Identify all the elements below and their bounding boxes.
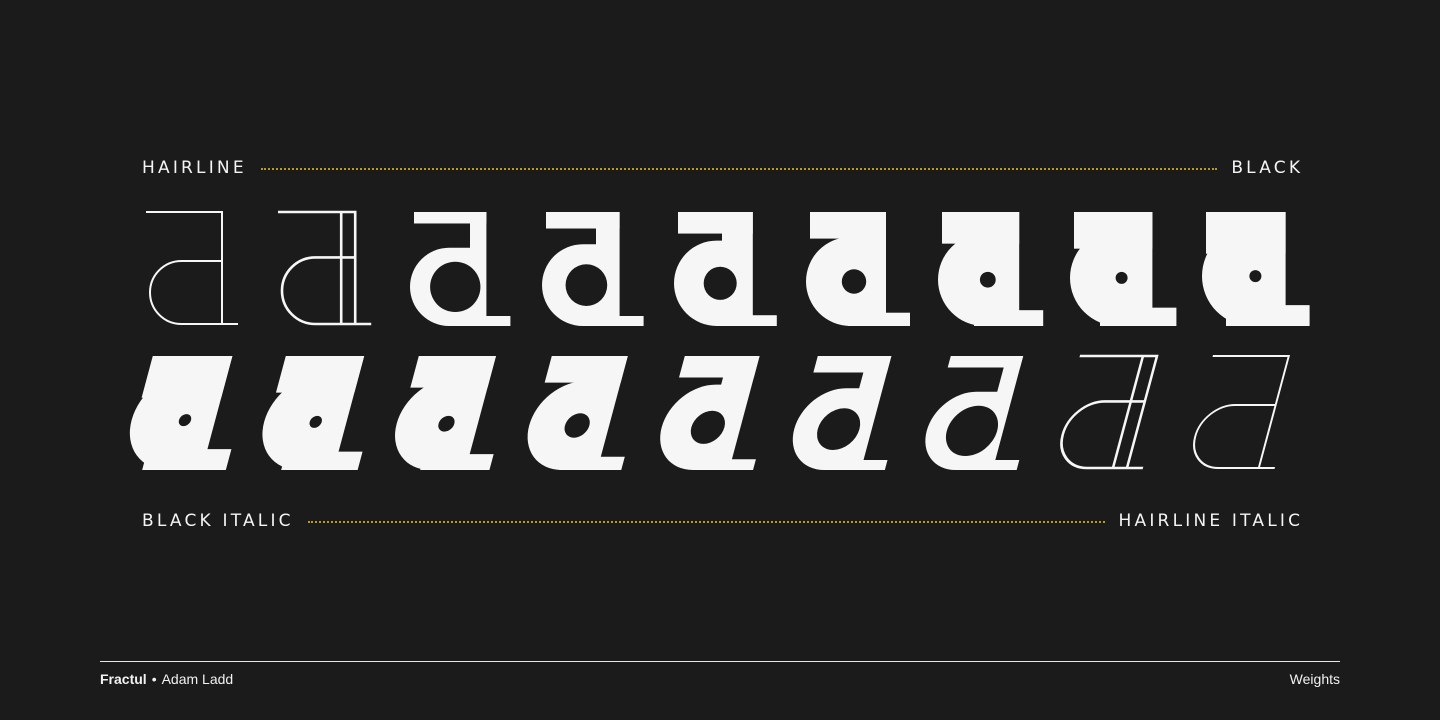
italic-glyph-a-2 [262, 356, 365, 471]
upright-glyph-a-2 [278, 210, 372, 326]
weight-range-top: HAIRLINE BLACK [142, 156, 1300, 180]
upright-glyph-a-6 [806, 212, 910, 326]
footer-rule [100, 661, 1340, 662]
dotted-leader-top [260, 168, 1218, 170]
italic-glyph-a-3 [395, 356, 496, 470]
footer: Fractul • Adam Ladd Weights [100, 669, 1340, 689]
label-hairline-italic: HAIRLINE ITALIC [1118, 511, 1304, 531]
upright-glyph-a-3 [410, 212, 511, 326]
upright-glyph-a-9 [1202, 212, 1310, 326]
upright-glyph-a-7 [938, 212, 1044, 326]
font-name: Fractul [100, 671, 147, 687]
footer-credit: Fractul • Adam Ladd [100, 671, 233, 687]
italic-glyph-a-1 [129, 356, 233, 470]
designer-name: Adam Ladd [161, 671, 234, 687]
upright-glyph-a-5 [674, 212, 777, 326]
italic-glyphs-svg [129, 354, 1291, 471]
italic-glyph-a-6 [792, 356, 892, 470]
footer-separator: • [151, 671, 157, 687]
weight-range-bottom: BLACK ITALIC HAIRLINE ITALIC [142, 509, 1300, 533]
upright-glyph-a-1 [146, 211, 238, 325]
label-black-italic: BLACK ITALIC [142, 511, 294, 531]
italic-glyph-a-4 [527, 356, 628, 470]
dotted-leader-bottom [307, 521, 1105, 523]
label-black: BLACK [1231, 158, 1304, 178]
italic-glyph-a-9 [1193, 355, 1291, 469]
upright-glyph-a-8 [1070, 212, 1177, 326]
italic-glyph-row [0, 352, 1440, 478]
section-name: Weights [1289, 671, 1340, 687]
label-hairline: HAIRLINE [142, 158, 247, 178]
italic-glyph-a-8 [1060, 354, 1159, 470]
upright-glyph-row [0, 208, 1440, 334]
upright-glyphs-svg [146, 210, 1310, 326]
italic-glyph-a-7 [925, 356, 1024, 470]
upright-glyph-a-4 [542, 212, 644, 326]
italic-glyph-a-5 [660, 356, 760, 471]
